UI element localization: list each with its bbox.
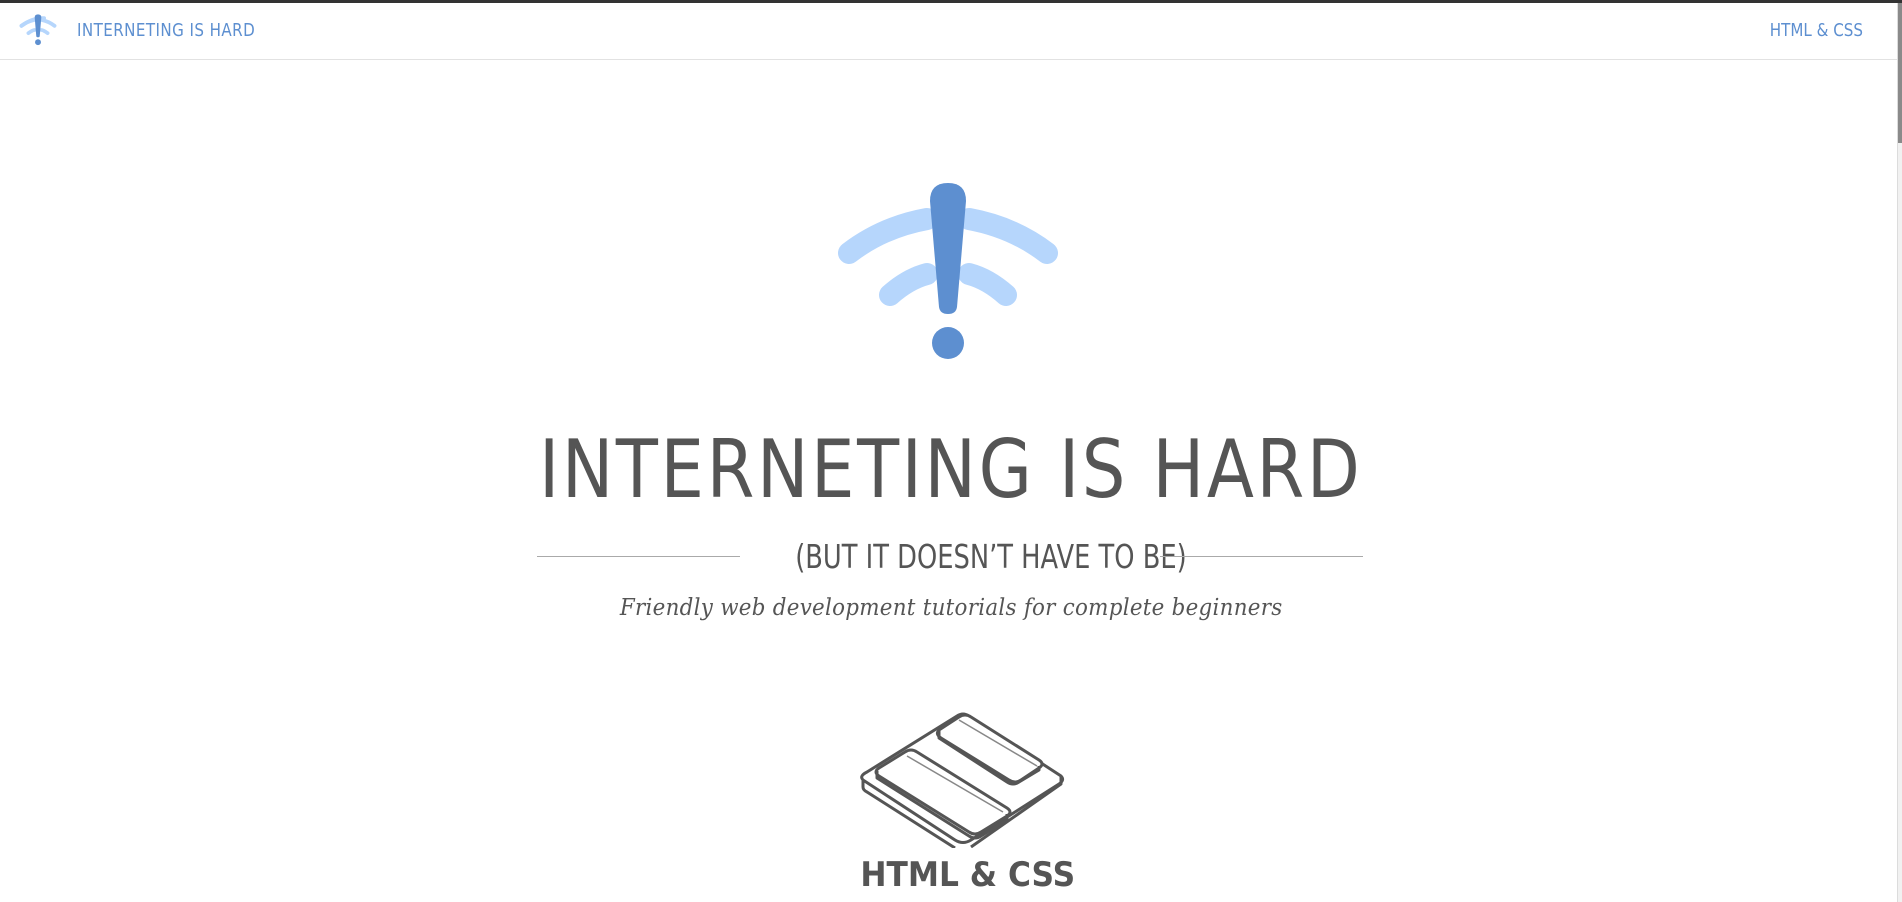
hero-tagline: Friendly web development tutorials for c… (0, 593, 1902, 623)
hero-logo-icon (833, 183, 1063, 363)
hero-tagline-text: Friendly web development tutorials for c… (619, 595, 1283, 621)
subtitle-divider-left (537, 556, 740, 557)
hero-title: INTERNETING IS HARD (0, 430, 1902, 510)
scrollbar-thumb[interactable] (1898, 3, 1902, 143)
hero-subtitle: (BUT IT DOESN’T HAVE TO BE) (740, 537, 1186, 577)
course-title-text: HTML & CSS (860, 855, 1076, 895)
subtitle-divider-right (1160, 556, 1363, 557)
header-site-title[interactable]: INTERNETING IS HARD (77, 20, 255, 41)
page: INTERNETING IS HARD HTML & CSS INTERNETI… (0, 0, 1902, 902)
nav-link-html-css[interactable]: HTML & CSS (1770, 20, 1863, 41)
header-logo-icon[interactable] (18, 12, 58, 48)
course-card-html-css[interactable]: HTML & CSS (851, 700, 1075, 902)
hero-subtitle-row: (BUT IT DOESN’T HAVE TO BE) (537, 537, 1363, 577)
site-header: INTERNETING IS HARD HTML & CSS (0, 3, 1897, 60)
hero-title-text: INTERNETING IS HARD (539, 423, 1363, 516)
stacked-panels-icon (859, 708, 1069, 848)
hero-subtitle-text: (BUT IT DOESN’T HAVE TO BE) (795, 537, 1187, 576)
course-title[interactable]: HTML & CSS (851, 858, 1075, 892)
